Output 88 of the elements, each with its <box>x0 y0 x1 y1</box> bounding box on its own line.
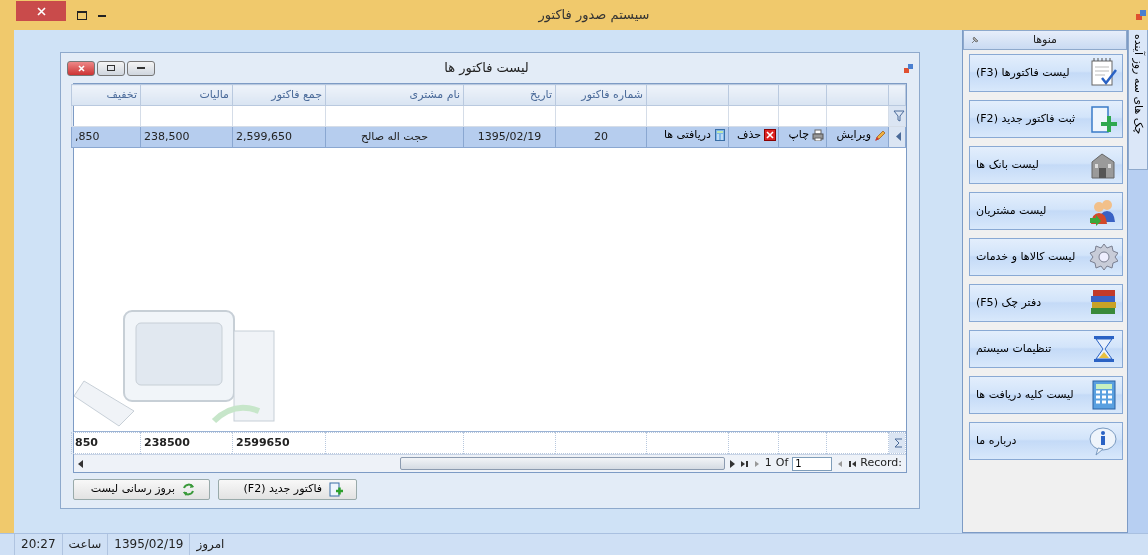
table-cell: ,850 <box>71 126 141 148</box>
filter-cell[interactable] <box>646 105 729 127</box>
menu-button[interactable]: لیست مشتریان <box>969 192 1123 230</box>
column-header: شماره فاکتور <box>555 84 647 106</box>
first-record-button[interactable] <box>848 459 857 468</box>
filter-cell[interactable] <box>71 105 141 127</box>
pin-icon <box>970 35 980 45</box>
arrow-right-icon <box>728 459 737 468</box>
toolbar-button[interactable]: فاکتور جدید (F2) <box>218 479 357 500</box>
filter-icon <box>893 109 905 122</box>
next-icon <box>752 459 761 468</box>
filter-cell[interactable] <box>463 105 556 127</box>
minimize-button[interactable] <box>127 60 155 76</box>
close-icon <box>77 64 85 72</box>
total-cell: 238500 <box>140 432 233 454</box>
total-cell: 850 <box>71 432 141 454</box>
previous-icon <box>836 459 845 468</box>
notepad-icon <box>1088 58 1118 88</box>
column-header: جمع فاکتور <box>232 84 326 106</box>
toolbar-button[interactable]: بروز رسانی لیست <box>73 479 210 500</box>
last-icon <box>740 459 749 468</box>
scrollbar-thumb[interactable] <box>399 457 725 470</box>
printer-icon <box>812 129 824 142</box>
side-tab[interactable]: چک های سه روز آینده <box>1128 30 1148 170</box>
table-cell: حجت اله صالح <box>325 126 464 148</box>
filter-cell[interactable] <box>555 105 647 127</box>
record-count: 1 <box>764 455 772 472</box>
scroll-left-button[interactable] <box>78 459 83 468</box>
calculator-icon <box>714 129 726 142</box>
menu-button[interactable]: لیست کالاها و خدمات <box>969 238 1123 276</box>
status-text: 1395/02/19 <box>107 534 190 555</box>
delete-icon <box>764 129 776 142</box>
menu-button[interactable]: تنظیمات سیستم <box>969 330 1123 368</box>
table-cell: 20 <box>555 126 647 148</box>
close-button[interactable] <box>16 1 66 21</box>
scroll-right-button[interactable] <box>728 459 737 468</box>
refresh-icon <box>181 481 197 498</box>
arrow-left-icon <box>78 459 83 468</box>
filter-cell[interactable] <box>728 105 779 127</box>
record-field[interactable]: 1 <box>792 456 833 471</box>
status-text: امروز <box>189 534 231 555</box>
sum-icon <box>894 437 903 448</box>
maximize-icon <box>77 10 87 20</box>
new-document-icon <box>1088 104 1118 134</box>
filter-cell[interactable] <box>232 105 326 127</box>
maximize-icon <box>107 65 115 71</box>
first-icon <box>848 459 857 468</box>
column-header: مالیات <box>140 84 233 106</box>
window-title: لیست فاکتور ها <box>443 59 530 78</box>
minimize-icon <box>137 67 145 69</box>
last-record-button[interactable] <box>740 459 749 468</box>
close-button[interactable] <box>67 60 95 76</box>
previous-record-button[interactable] <box>836 459 845 468</box>
filter-cell[interactable] <box>778 105 827 127</box>
row-pointer-icon <box>896 132 902 142</box>
of-label: Of <box>775 455 789 472</box>
app-icon <box>904 63 913 73</box>
menu-button[interactable]: لیست کلیه دریافت ها <box>969 376 1123 414</box>
column-header: تاریخ <box>463 84 556 106</box>
total-cell: 2599650 <box>232 432 326 454</box>
window-title: سیستم صدور فاکتور <box>537 6 651 25</box>
close-icon <box>36 6 46 16</box>
panel-header: منوها <box>963 30 1127 50</box>
next-record-button[interactable] <box>752 459 761 468</box>
gear-icon <box>1088 242 1118 272</box>
menu-button[interactable]: دفتر چک (F5) <box>969 284 1123 322</box>
filter-cell[interactable] <box>140 105 233 127</box>
menu-button[interactable]: ثبت فاکتور جدید (F2) <box>969 100 1123 138</box>
status-text: 20:27 <box>14 534 62 555</box>
column-header <box>778 84 827 106</box>
pencil-icon <box>874 129 886 142</box>
app-icon <box>1136 10 1146 20</box>
info-icon <box>1088 426 1118 456</box>
table-cell: 2,599,650 <box>232 126 326 148</box>
column-header: تخفیف <box>71 84 141 106</box>
minimize-icon <box>98 13 106 17</box>
filter-cell[interactable] <box>826 105 889 127</box>
maximize-button[interactable] <box>97 60 125 76</box>
menu-button[interactable]: لیست فاکتورها (F3) <box>969 54 1123 92</box>
status-text: ساعت <box>61 534 108 555</box>
column-header: نام مشتری <box>325 84 464 106</box>
menu-button[interactable]: درباره ما <box>969 422 1123 460</box>
table-cell: 1395/02/19 <box>463 126 556 148</box>
new-document-icon <box>328 481 344 498</box>
filter-cell[interactable] <box>325 105 464 127</box>
table-cell: 238,500 <box>140 126 233 148</box>
record-label: Record: <box>860 455 902 472</box>
menu-button[interactable]: لیست بانک ها <box>969 146 1123 184</box>
